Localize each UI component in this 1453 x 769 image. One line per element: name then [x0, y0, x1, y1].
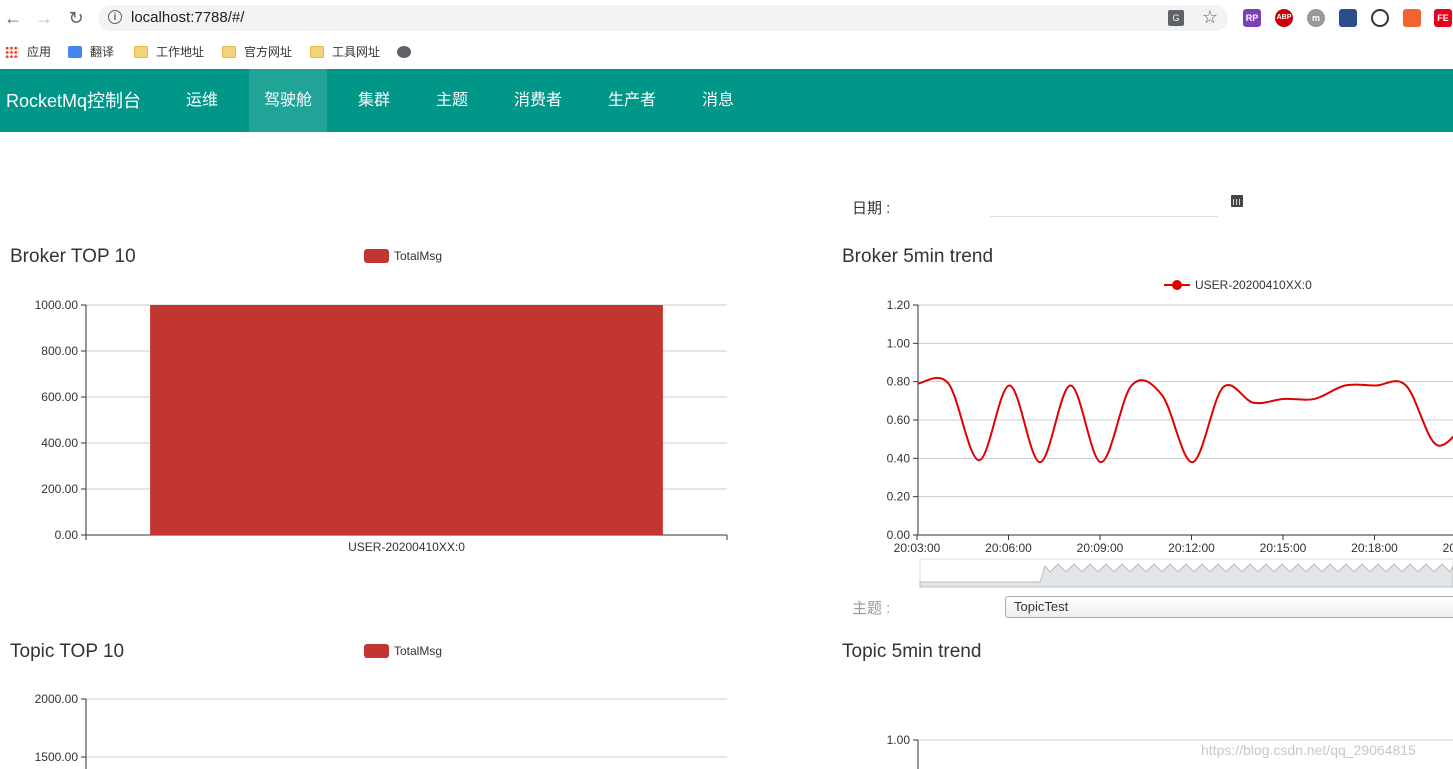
globe-icon [397, 46, 411, 58]
bookmark-globe[interactable] [397, 43, 419, 61]
nav-item-message[interactable]: 消息 [686, 69, 750, 132]
nav-item-ops[interactable]: 运维 [170, 69, 234, 132]
x-tick-label: 20:15:00 [1260, 541, 1307, 555]
reload-icon[interactable]: ↻ [66, 8, 86, 28]
nav-item-dashboard[interactable]: 驾驶舱 [249, 69, 327, 132]
bookmark-apps[interactable]: 应用 [5, 43, 51, 61]
broker-top10-title: Broker TOP 10 [10, 246, 136, 267]
y-tick-label: 0.00 [55, 528, 79, 542]
topic-trend-title: Topic 5min trend [842, 641, 982, 662]
y-tick-label: 0.20 [887, 490, 911, 504]
x-tick-label: 20:21:00 [1443, 541, 1453, 555]
app-navbar: RocketMq控制台 运维 驾驶舱 集群 主题 消费者 生产者 消息 [0, 69, 1453, 132]
watermark-text: https://blog.csdn.net/qq_29064815 [1201, 742, 1416, 758]
x-tick-label: 20:12:00 [1168, 541, 1215, 555]
y-tick-label: 1.00 [887, 733, 911, 747]
address-bar[interactable]: i localhost:7788/#/ G ☆ [98, 5, 1228, 31]
calendar-icon[interactable] [1231, 195, 1243, 207]
legend-label: USER-20200410XX:0 [1195, 278, 1312, 292]
apps-grid-icon [5, 46, 19, 58]
y-tick-label: 1500.00 [35, 750, 79, 764]
folder-icon [222, 46, 236, 58]
datazoom-area [919, 563, 1453, 588]
x-tick-label: 20:18:00 [1351, 541, 1398, 555]
x-tick-label: 20:03:00 [894, 541, 941, 555]
date-input[interactable] [990, 196, 1218, 217]
translate-icon[interactable]: G [1168, 10, 1184, 26]
bar [150, 305, 663, 535]
legend-swatch [364, 644, 389, 658]
window-extension-icon[interactable] [1339, 9, 1357, 27]
forward-arrow-icon[interactable]: → [34, 8, 54, 28]
x-tick-label: 20:09:00 [1077, 541, 1124, 555]
folder-icon [310, 46, 324, 58]
topic-top10-legend[interactable]: TotalMsg [364, 644, 442, 658]
speedometer-extension-icon[interactable] [1371, 9, 1389, 27]
google-translate-icon [68, 46, 82, 58]
folder-icon [134, 46, 148, 58]
url-text: localhost:7788/#/ [131, 9, 245, 26]
nav-item-producer[interactable]: 生产者 [594, 69, 670, 132]
y-tick-label: 800.00 [41, 344, 78, 358]
translate-extension-icon[interactable] [1403, 9, 1421, 27]
adblock-extension-icon[interactable]: ABP [1275, 9, 1293, 27]
legend-swatch [364, 249, 389, 263]
y-tick-label: 0.00 [887, 528, 911, 542]
broker-top10-legend[interactable]: TotalMsg [364, 249, 442, 263]
m-extension-icon[interactable]: m [1307, 9, 1325, 27]
topic-label: 主题 : [852, 600, 891, 617]
legend-marker [1172, 280, 1182, 290]
datazoom-frame [919, 558, 1453, 588]
y-tick-label: 0.60 [887, 413, 911, 427]
y-tick-label: 1.20 [887, 298, 911, 312]
nav-item-cluster[interactable]: 集群 [342, 69, 406, 132]
bookmark-work[interactable]: 工作地址 [134, 43, 204, 61]
y-tick-label: 2000.00 [35, 692, 79, 706]
nav-item-topic[interactable]: 主题 [420, 69, 484, 132]
bookmark-tools[interactable]: 工具网址 [310, 43, 380, 61]
brand-title[interactable]: RocketMq控制台 [6, 87, 141, 113]
y-tick-label: 0.40 [887, 451, 911, 465]
bookmark-star-icon[interactable]: ☆ [1202, 7, 1218, 28]
rp-extension-icon[interactable]: RP [1243, 9, 1261, 27]
site-info-icon[interactable]: i [108, 10, 122, 24]
browser-toolbar: ← → ↻ i localhost:7788/#/ G ☆ RP ABP m F… [0, 0, 1453, 36]
y-tick-label: 0.80 [887, 375, 911, 389]
fe-extension-icon[interactable]: FE [1434, 9, 1452, 27]
y-tick-label: 400.00 [41, 436, 78, 450]
back-arrow-icon[interactable]: ← [3, 8, 23, 28]
y-tick-label: 600.00 [41, 390, 78, 404]
topic-top10-title: Topic TOP 10 [10, 641, 125, 662]
series-line [917, 376, 1453, 464]
date-label: 日期 : [852, 200, 891, 217]
y-tick-label: 1000.00 [35, 298, 79, 312]
bookmark-translate[interactable]: 翻译 [68, 43, 114, 61]
topic-select[interactable]: TopicTest [1005, 596, 1453, 618]
bookmarks-bar: 应用 翻译 工作地址 官方网址 工具网址 [0, 36, 1453, 68]
nav-item-consumer[interactable]: 消费者 [500, 69, 576, 132]
y-tick-label: 200.00 [41, 482, 78, 496]
x-tick-label: 20:06:00 [985, 541, 1032, 555]
x-tick-label: USER-20200410XX:0 [348, 540, 465, 554]
broker-trend-title: Broker 5min trend [842, 246, 994, 267]
bookmark-official[interactable]: 官方网址 [222, 43, 292, 61]
y-tick-label: 1.00 [887, 336, 911, 350]
